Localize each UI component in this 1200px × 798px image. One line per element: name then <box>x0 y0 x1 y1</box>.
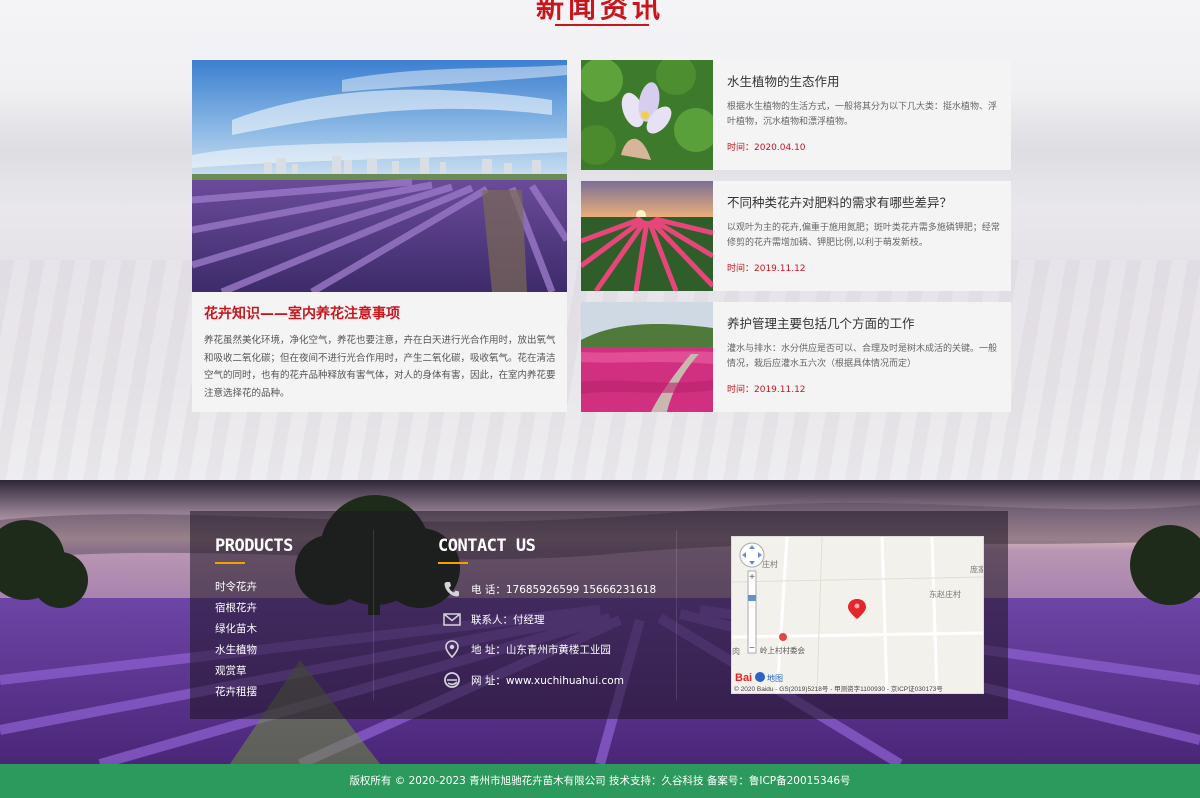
news-item[interactable]: 不同种类花卉对肥料的需求有哪些差异？ 以观叶为主的花卉,偏重于施用氮肥；斑叶类花… <box>581 181 1011 291</box>
mail-icon <box>443 613 461 626</box>
feature-news-card[interactable]: 花卉知识——室内养花注意事项 养花虽然美化环境，净化空气，养花也要注意，卉在白天… <box>192 60 567 412</box>
phone-icon <box>444 582 459 597</box>
contact-website-text[interactable]: 网 址：www.xuchihuahui.com <box>471 673 624 688</box>
contact-heading-underline <box>438 562 468 564</box>
news-thumbnail[interactable] <box>581 60 713 170</box>
feature-news-summary: 养花虽然美化环境，净化空气，养花也要注意，卉在白天进行光合作用时，放出氧气和吸收… <box>204 335 556 399</box>
news-date: 时间：2020.04.10 <box>727 143 806 153</box>
map-copyright: © 2020 Baidu - GS(2019)5218号 - 甲测资字11009… <box>734 684 943 693</box>
footer: PRODUCTS 时令花卉 宿根花卉 绿化苗木 水生植物 观赏草 花卉租摆 CO… <box>0 480 1200 764</box>
product-link[interactable]: 观赏草 <box>215 663 247 678</box>
map-zoom-in-button: + <box>749 572 755 583</box>
map-label: 岭上村村委会 <box>760 645 805 655</box>
news-section: 新闻资讯 花卉知识——室内养花注意事项 养花虽然美化环境，净化空气，养花也要注意… <box>0 0 1200 480</box>
map-label: 肉 <box>732 646 740 656</box>
product-link[interactable]: 花卉租摆 <box>215 684 257 699</box>
map-label: 东赵庄村 <box>929 589 961 599</box>
column-divider <box>676 530 677 700</box>
products-heading: PRODUCTS <box>215 536 293 556</box>
contact-address-text: 地 址：山东青州市黄楼工业园 <box>471 644 611 656</box>
baidu-map[interactable]: 庞家 东赵庄村 庄村 肉 岭上村村委会 + − Bai 地图 <box>731 536 984 694</box>
baidu-paw-icon <box>755 672 765 682</box>
news-summary: 以观叶为主的花卉,偏重于施用氮肥；斑叶类花卉需多施磷钾肥；经常修剪的花卉需增加磷… <box>727 223 1000 248</box>
map-pan-control-icon <box>739 542 765 568</box>
column-divider <box>373 530 374 700</box>
map-zoom-out-button: − <box>749 643 755 654</box>
baidu-logo: Bai <box>735 672 752 684</box>
product-link[interactable]: 时令花卉 <box>215 579 257 594</box>
feature-news-title[interactable]: 花卉知识——室内养花注意事项 <box>204 303 400 323</box>
contact-person-text: 联系人：付经理 <box>471 614 545 626</box>
map-label: 庄村 <box>762 559 778 569</box>
feature-news-image[interactable] <box>192 60 567 292</box>
news-item[interactable]: 水生植物的生态作用 根据水生植物的生活方式，一般将其分为以下几大类：挺水植物、浮… <box>581 60 1011 170</box>
contact-heading: CONTACT US <box>438 536 536 556</box>
product-link[interactable]: 宿根花卉 <box>215 600 257 615</box>
news-item[interactable]: 养护管理主要包括几个方面的工作 灌水与排水：水分供应是否可以、合理及时是树木成活… <box>581 302 1011 412</box>
news-summary: 根据水生植物的生活方式，一般将其分为以下几大类：挺水植物、浮叶植物，沉水植物和漂… <box>727 102 998 127</box>
news-thumbnail[interactable] <box>581 181 713 291</box>
baidu-logo-suffix: 地图 <box>767 673 783 683</box>
web-icon <box>444 672 460 688</box>
product-link[interactable]: 绿化苗木 <box>215 621 257 636</box>
news-title[interactable]: 不同种类花卉对肥料的需求有哪些差异？ <box>727 192 952 211</box>
news-thumbnail[interactable] <box>581 302 713 412</box>
contact-phone-text: 电 话：17685926599 15666231618 <box>471 584 657 596</box>
news-title[interactable]: 养护管理主要包括几个方面的工作 <box>727 313 915 332</box>
news-date: 时间：2019.11.12 <box>727 385 806 395</box>
news-date: 时间：2019.11.12 <box>727 264 806 274</box>
location-icon <box>445 640 459 658</box>
products-heading-underline <box>215 562 245 564</box>
map-label: 庞家 <box>970 564 984 574</box>
section-title-underline <box>555 24 649 26</box>
section-title: 新闻资讯 <box>535 0 664 24</box>
news-title[interactable]: 水生植物的生态作用 <box>727 71 840 90</box>
copyright-bar: 版权所有 © 2020-2023 青州市旭驰花卉苗木有限公司 技术支持：久谷科技… <box>0 764 1200 798</box>
news-summary: 灌水与排水：水分供应是否可以、合理及时是树木成活的关键。一般情况，栽后应灌水五六… <box>727 344 998 369</box>
product-link[interactable]: 水生植物 <box>215 642 257 657</box>
